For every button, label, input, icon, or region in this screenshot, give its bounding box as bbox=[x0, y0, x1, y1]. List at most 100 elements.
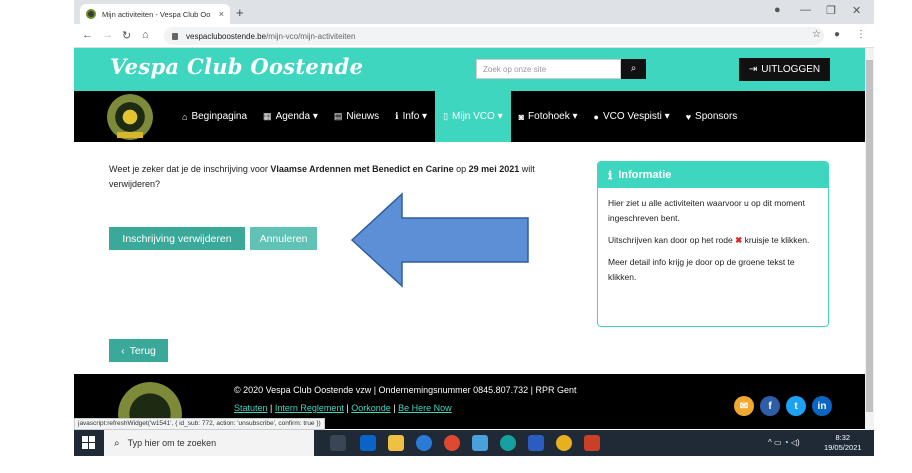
info-panel-header: ℹ Informatie bbox=[598, 162, 828, 188]
cancel-button[interactable]: Annuleren bbox=[250, 227, 317, 250]
confirm-message: Weet je zeker dat je de inschrijving voo… bbox=[109, 164, 535, 189]
site-brand[interactable]: Vespa Club Oostende bbox=[110, 54, 363, 79]
tray-icons[interactable]: ^ ▭ ◔ ◁) bbox=[768, 438, 800, 447]
nav-item-label: Fotohoek ▾ bbox=[528, 111, 578, 122]
browser-tabstrip: Mijn activiteiten - Vespa Club Oo × + ● … bbox=[74, 0, 874, 24]
main-content: Weet je zeker dat je de inschrijving voo… bbox=[74, 142, 865, 374]
pin-icon: ● bbox=[593, 111, 599, 122]
newspaper-icon: ▤ bbox=[333, 111, 343, 121]
nav-item-beginpagina[interactable]: ⌂ Beginpagina bbox=[174, 91, 255, 142]
linkedin-icon[interactable]: in bbox=[812, 396, 832, 416]
nav-item-vco-vespisti[interactable]: ● VCO Vespisti ▾ bbox=[586, 91, 678, 142]
info-icon: ℹ bbox=[608, 169, 613, 182]
chrome-icon[interactable] bbox=[556, 435, 572, 451]
nav-item-label: Agenda ▾ bbox=[275, 111, 318, 122]
nav-item-fotohoek[interactable]: ◙ Fotohoek ▾ bbox=[511, 91, 586, 142]
search-icon: ⌕ bbox=[630, 63, 637, 74]
nav-item-sponsors[interactable]: ♥ Sponsors bbox=[678, 91, 746, 142]
nav-item-label: Sponsors bbox=[695, 111, 738, 122]
footer-link-oorkonde[interactable]: Oorkonde bbox=[351, 403, 391, 413]
windows-taskbar: ⌕ Typ hier om te zoeken ^ ▭ ◔ ◁) 8:32 19… bbox=[74, 430, 874, 456]
maximize-icon[interactable]: ❐ bbox=[826, 4, 836, 17]
heart-icon: ♥ bbox=[685, 111, 692, 122]
nav-item-label: Info ▾ bbox=[402, 111, 428, 122]
window-close-icon[interactable]: ✕ bbox=[852, 4, 861, 17]
new-tab-button[interactable]: + bbox=[236, 5, 244, 20]
back-button[interactable]: ‹ Terug bbox=[109, 339, 168, 362]
search-input[interactable]: Zoek op onze site bbox=[476, 59, 621, 79]
info-title: Informatie bbox=[618, 169, 672, 181]
info-text-3: Meer detail info krijg je door op de gro… bbox=[608, 257, 795, 282]
profile-icon[interactable]: ● bbox=[774, 4, 781, 16]
facebook-icon[interactable]: f bbox=[760, 396, 780, 416]
logout-label: UITLOGGEN bbox=[761, 64, 821, 75]
url-text: vespacluboostende.be/mijn-vco/mijn-activ… bbox=[186, 31, 356, 41]
twitter-icon[interactable]: t bbox=[786, 396, 806, 416]
info-panel: ℹ Informatie Hier ziet u alle activiteit… bbox=[597, 161, 829, 327]
file-explorer-icon[interactable] bbox=[388, 435, 404, 451]
info-icon: ℹ bbox=[395, 111, 399, 121]
account-icon[interactable]: ● bbox=[834, 29, 840, 40]
nav-item-info[interactable]: ℹ Info ▾ bbox=[387, 91, 435, 142]
nav-menu: ⌂ Beginpagina ▦ Agenda ▾ ▤ Nieuws ℹ Info ▾ ▯ Mijn… bbox=[174, 91, 745, 142]
taskbar-search-text: Typ hier om te zoeken bbox=[127, 438, 217, 448]
nav-item-label: Mijn VCO ▾ bbox=[452, 111, 503, 122]
close-tab-icon[interactable]: × bbox=[219, 9, 224, 19]
reload-icon[interactable]: ↻ bbox=[122, 29, 131, 42]
footer-link-reglement[interactable]: Intern Reglement bbox=[275, 403, 344, 413]
site-header: Vespa Club Oostende Zoek op onze site ⌕ … bbox=[74, 48, 865, 91]
email-icon[interactable]: ✉ bbox=[734, 396, 754, 416]
outlook-icon[interactable] bbox=[360, 435, 376, 451]
menu-dots-icon[interactable]: ⋮ bbox=[856, 29, 866, 40]
logout-icon: ⇥ bbox=[748, 64, 758, 75]
event-name: Vlaamse Ardennen met Benedict en Carine bbox=[270, 164, 454, 174]
address-bar[interactable]: vespacluboostende.be/mijn-vco/mijn-activ… bbox=[164, 27, 824, 45]
info-text-2: Uitschrijven kan door op het rode ✖ krui… bbox=[608, 235, 810, 245]
task-view-icon[interactable] bbox=[330, 435, 346, 451]
copyright-text: © 2020 Vespa Club Oostende vzw | Onderne… bbox=[234, 385, 577, 395]
powerpoint-icon[interactable] bbox=[584, 435, 600, 451]
scrollbar-thumb[interactable] bbox=[866, 60, 873, 412]
logout-button[interactable]: ⇥ UITLOGGEN bbox=[739, 58, 830, 81]
nav-item-label: Beginpagina bbox=[191, 111, 248, 122]
nav-item-nieuws[interactable]: ▤ Nieuws bbox=[326, 91, 387, 142]
nav-item-label: Nieuws bbox=[346, 111, 380, 122]
home-nav-icon[interactable]: ⌂ bbox=[142, 29, 149, 41]
ie-icon[interactable] bbox=[416, 435, 432, 451]
minimize-icon[interactable]: — bbox=[800, 4, 811, 16]
back-arrow-icon[interactable]: ← bbox=[82, 29, 93, 41]
club-logo[interactable] bbox=[107, 94, 153, 140]
search-button[interactable]: ⌕ bbox=[621, 59, 646, 79]
footer-link-statuten[interactable]: Statuten bbox=[234, 403, 268, 413]
remove-registration-button[interactable]: Inschrijving verwijderen bbox=[109, 227, 245, 250]
taskbar-search[interactable]: ⌕ Typ hier om te zoeken bbox=[104, 430, 314, 456]
home-icon: ⌂ bbox=[182, 111, 188, 122]
footer-links: Statuten | Intern Reglement | Oorkonde |… bbox=[234, 403, 452, 413]
favicon-icon bbox=[86, 9, 96, 19]
browser-tab[interactable]: Mijn activiteiten - Vespa Club Oo × bbox=[80, 4, 230, 24]
info-panel-body: Hier ziet u alle activiteiten waarvoor u… bbox=[598, 188, 828, 300]
taskbar-clock[interactable]: 8:32 19/05/2021 bbox=[824, 433, 862, 453]
teams-icon[interactable] bbox=[472, 435, 488, 451]
site-navbar: ⌂ Beginpagina ▦ Agenda ▾ ▤ Nieuws ℹ Info ▾ ▯ Mijn… bbox=[74, 91, 865, 142]
calendar-icon: ▦ bbox=[263, 111, 272, 121]
nav-item-agenda[interactable]: ▦ Agenda ▾ bbox=[255, 91, 326, 142]
word-icon[interactable] bbox=[528, 435, 544, 451]
nav-item-label: VCO Vespisti ▾ bbox=[602, 111, 670, 122]
annotation-arrow bbox=[350, 192, 529, 288]
forward-arrow-icon[interactable]: → bbox=[102, 29, 113, 41]
nav-item-mijn-vco[interactable]: ▯ Mijn VCO ▾ bbox=[435, 91, 511, 142]
app-icon[interactable] bbox=[444, 435, 460, 451]
event-date: 29 mei 2021 bbox=[468, 164, 520, 174]
edge-icon[interactable] bbox=[500, 435, 516, 451]
lock-icon bbox=[172, 32, 178, 40]
document-icon: ▯ bbox=[443, 111, 449, 121]
footer-link-be-here-now[interactable]: Be Here Now bbox=[398, 403, 452, 413]
tab-title: Mijn activiteiten - Vespa Club Oo bbox=[102, 9, 211, 19]
chevron-left-icon: ‹ bbox=[121, 344, 125, 357]
page-scrollbar[interactable] bbox=[865, 48, 874, 430]
bookmark-star-icon[interactable]: ☆ bbox=[812, 29, 821, 40]
address-bar-row: ← → ↻ ⌂ vespacluboostende.be/mijn-vco/mi… bbox=[74, 24, 874, 48]
camera-icon: ◙ bbox=[518, 111, 525, 122]
windows-start-icon[interactable] bbox=[82, 436, 95, 449]
